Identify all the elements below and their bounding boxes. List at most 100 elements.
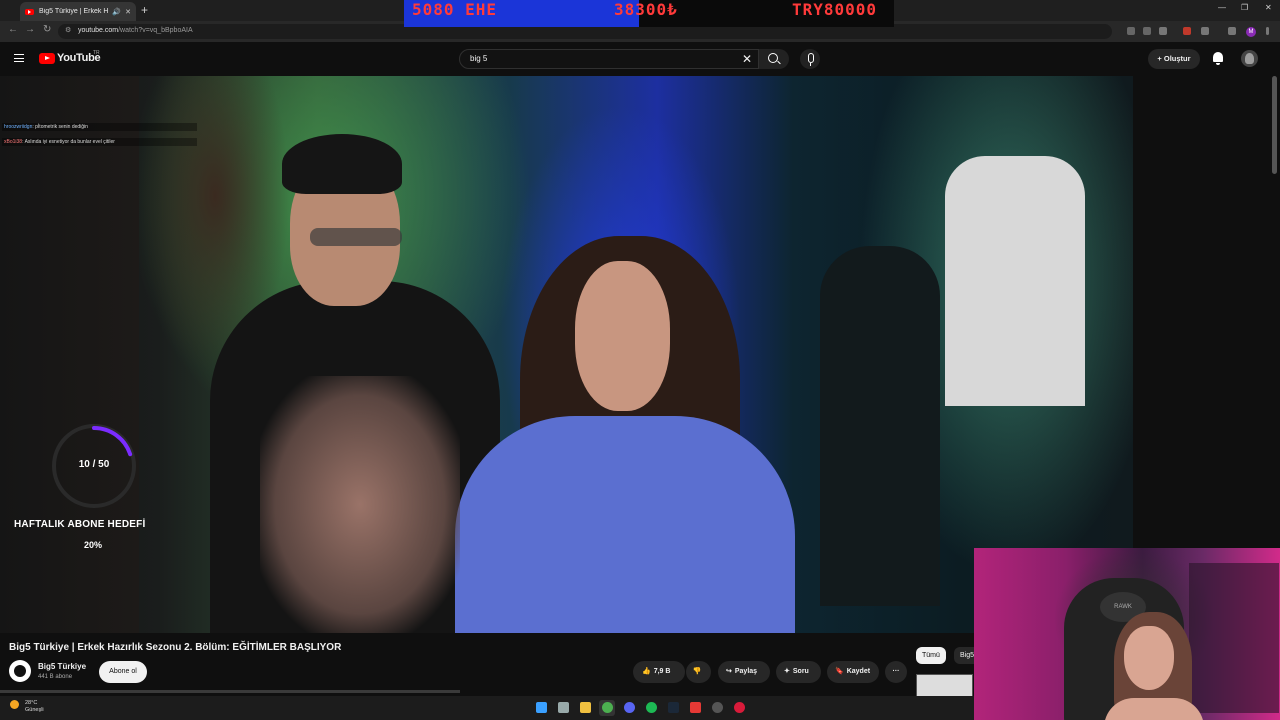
stream-chat-overlay: hroozwriidgn: pİtometrik senin dediğin x…	[2, 123, 197, 153]
screen: Big5 Türkiye | Erkek Hazırlık 🔊 ✕ + — ❐ …	[0, 0, 1280, 720]
webcam-shelf	[1189, 563, 1279, 713]
sub-goal-percent: 20%	[84, 540, 103, 550]
search-input[interactable]: big 5	[470, 54, 487, 63]
chat-message: xBo1i38: Aslında iyi esnetiyor da bunlar…	[2, 138, 197, 146]
share-icon: ↪	[726, 668, 732, 675]
browser-tab[interactable]: Big5 Türkiye | Erkek Hazırlık 🔊 ✕	[20, 2, 136, 21]
like-count: 7,9 B	[653, 668, 671, 675]
site-info-icon[interactable]: ⚙	[65, 26, 71, 34]
ask-button[interactable]: ✦ Soru	[776, 661, 821, 683]
create-button[interactable]: + Oluştur	[1148, 49, 1200, 69]
file-explorer-icon[interactable]	[580, 702, 591, 713]
blurred-arm	[260, 376, 460, 633]
media-control-icon[interactable]	[1228, 27, 1236, 35]
audio-icon[interactable]: 🔊	[112, 8, 121, 16]
cast-icon[interactable]	[1143, 27, 1151, 35]
window-close-icon[interactable]: ✕	[1265, 3, 1272, 12]
profile-avatar[interactable]: M	[1246, 27, 1256, 37]
steam-icon[interactable]	[668, 702, 679, 713]
youtube-header: YouTube TR big 5 ✕ + Oluştur	[0, 42, 1280, 76]
ask-label: Soru	[792, 668, 809, 675]
tab-close-icon[interactable]: ✕	[125, 8, 131, 16]
more-actions-button[interactable]: ···	[885, 661, 907, 683]
forward-icon[interactable]: →	[25, 24, 35, 35]
hamburger-menu-icon[interactable]	[14, 54, 24, 62]
banner-right-text: TRY80000	[792, 0, 878, 19]
obs-icon[interactable]	[712, 702, 723, 713]
chat-username: hroozwriidgn	[4, 124, 33, 130]
weather-temperature: 28°C	[25, 700, 38, 706]
notifications-bell-icon[interactable]	[1213, 52, 1223, 65]
channel-avatar[interactable]	[9, 660, 31, 682]
bookmark-star-icon[interactable]	[1159, 27, 1167, 35]
sparkle-icon: ✦	[784, 668, 790, 675]
discord-icon[interactable]	[624, 702, 635, 713]
reload-icon[interactable]: ↻	[43, 24, 51, 35]
chat-message: hroozwriidgn: pİtometrik senin dediğin	[2, 123, 197, 131]
video-title: Big5 Türkiye | Erkek Hazırlık Sezonu 2. …	[9, 642, 342, 653]
search-taskbar-icon[interactable]	[558, 702, 569, 713]
app-circle-icon[interactable]	[734, 702, 745, 713]
man-sunglasses	[310, 228, 402, 246]
video-left-shadow	[0, 76, 139, 633]
weather-sun-icon[interactable]	[10, 700, 19, 709]
thumb-down-icon: 👎	[692, 668, 702, 675]
man-black-cap	[282, 134, 402, 194]
youtube-favicon-icon	[25, 8, 34, 15]
minimize-icon[interactable]: —	[1218, 3, 1226, 12]
bookmark-icon: 🔖	[835, 668, 844, 675]
zoom-icon[interactable]	[1127, 27, 1135, 35]
woman-blue-hoodie	[455, 416, 795, 633]
clear-search-icon[interactable]: ✕	[742, 52, 752, 66]
streamer-shoulders	[1104, 698, 1204, 720]
chrome-icon[interactable]	[602, 702, 613, 713]
person-white-shirt	[945, 156, 1085, 406]
search-field[interactable]: big 5 ✕	[459, 49, 759, 69]
subscriber-count: 441 B abone	[38, 674, 73, 680]
search-button-icon[interactable]	[759, 49, 789, 69]
youtube-logo-icon[interactable]	[39, 53, 55, 64]
page-progress-line	[0, 690, 460, 693]
tab-title: Big5 Türkiye | Erkek Hazırlık	[39, 8, 109, 15]
spotify-icon[interactable]	[646, 702, 657, 713]
woman-face	[575, 261, 670, 411]
sub-goal-label: HAFTALIK ABONE HEDEFİ	[14, 519, 146, 530]
new-tab-button[interactable]: +	[141, 3, 148, 17]
menu-kebab-icon[interactable]	[1266, 27, 1269, 35]
save-button[interactable]: 🔖 Kaydet	[827, 661, 879, 683]
subscribe-button[interactable]: Abone ol	[99, 661, 147, 683]
extension-icon[interactable]	[1183, 27, 1191, 35]
banner-middle-text: 38300₺	[614, 0, 678, 19]
save-label: Kaydet	[846, 668, 871, 675]
video-player[interactable]	[0, 76, 1133, 633]
voice-search-icon[interactable]	[800, 49, 820, 69]
weather-condition: Güneşli	[25, 707, 44, 713]
sub-goal-count: 10 / 50	[78, 459, 110, 470]
account-avatar[interactable]	[1241, 50, 1258, 67]
chip-all[interactable]: Tümü	[916, 647, 946, 664]
url-path: /watch?v=vq_bBpboAIA	[118, 27, 193, 34]
banner-left-text: 5080 EHE	[412, 0, 498, 19]
channel-name[interactable]: Big5 Türkiye	[38, 662, 86, 671]
thumb-up-icon: 👍	[642, 668, 651, 675]
restore-icon[interactable]: ❐	[1241, 3, 1248, 12]
app-red-icon[interactable]	[690, 702, 701, 713]
share-button[interactable]: ↪ Paylaş	[718, 661, 770, 683]
donation-banner: 5080 EHE 38300₺ TRY80000	[404, 0, 894, 27]
streamer-face	[1124, 626, 1174, 690]
dislike-button[interactable]: 👎	[686, 661, 711, 683]
windows-taskbar: 28°C Güneşli	[0, 696, 974, 720]
windows-start-icon[interactable]	[536, 702, 547, 713]
extensions-puzzle-icon[interactable]	[1201, 27, 1209, 35]
person-background-dark	[820, 246, 940, 606]
region-code: TR	[93, 50, 100, 56]
weather-widget[interactable]: 28°C Güneşli	[25, 700, 44, 714]
create-label: Oluştur	[1163, 54, 1191, 63]
page-scrollbar[interactable]	[1272, 76, 1277, 174]
like-button[interactable]: 👍 7,9 B	[633, 661, 685, 683]
url-domain: youtube.com	[78, 27, 119, 34]
share-label: Paylaş	[734, 668, 758, 675]
recommended-video-thumbnail[interactable]	[916, 674, 973, 697]
back-icon[interactable]: ←	[8, 24, 18, 35]
chat-text: pİtometrik senin dediğin	[35, 124, 88, 130]
